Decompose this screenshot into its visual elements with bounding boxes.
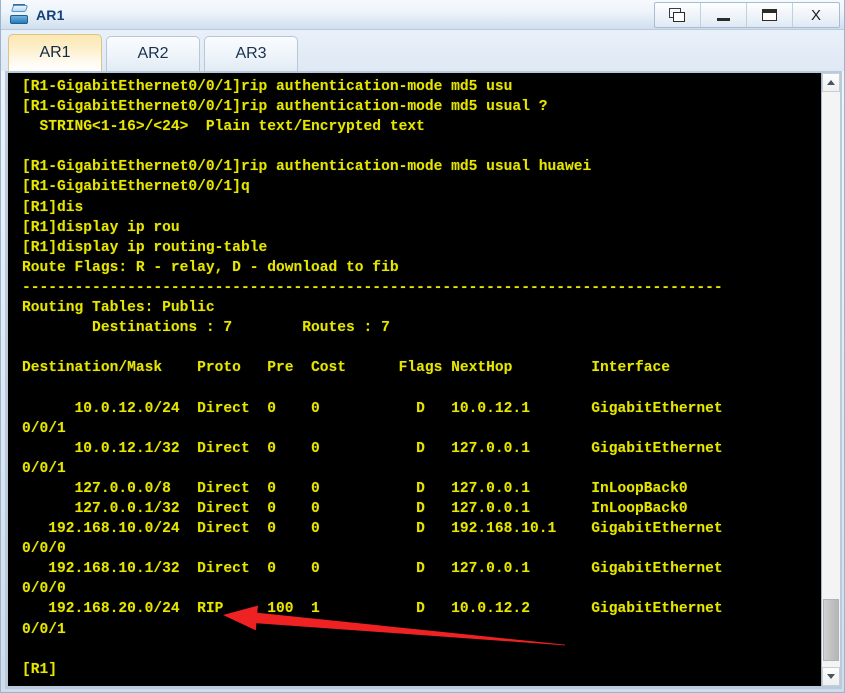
minimize-icon	[717, 17, 730, 21]
console-output-area[interactable]: [R1-GigabitEthernet0/0/1]rip authenticat…	[8, 73, 821, 686]
terminal-panel: [R1-GigabitEthernet0/0/1]rip authenticat…	[5, 71, 842, 689]
router-icon	[9, 3, 31, 26]
router-icon-body	[10, 14, 28, 24]
tab-ar2-label: AR2	[137, 45, 169, 62]
maximize-button[interactable]	[747, 3, 793, 27]
console-text: [R1-GigabitEthernet0/0/1]rip authenticat…	[22, 79, 723, 678]
cascade-button[interactable]	[655, 3, 701, 27]
minimize-button[interactable]	[701, 3, 747, 27]
window-controls: X	[654, 2, 840, 28]
scroll-up-button[interactable]	[822, 73, 840, 92]
vertical-scrollbar[interactable]	[821, 73, 840, 686]
tab-ar1[interactable]: AR1	[8, 34, 102, 71]
cascade-icon	[669, 7, 686, 23]
ar1-window: AR1 X AR1 AR2 AR3 [R1-GigabitEthernet0/0…	[0, 0, 845, 693]
tab-ar1-label: AR1	[39, 44, 71, 61]
chevron-up-icon	[827, 80, 835, 85]
chevron-down-icon	[827, 674, 835, 679]
scrollbar-thumb[interactable]	[823, 599, 839, 661]
maximize-icon	[762, 9, 777, 21]
close-icon: X	[810, 6, 821, 24]
scrollbar-track[interactable]	[822, 92, 840, 667]
window-title: AR1	[36, 6, 65, 23]
tab-ar3[interactable]: AR3	[204, 36, 298, 71]
tab-ar3-label: AR3	[235, 45, 267, 62]
tab-strip: AR1 AR2 AR3	[1, 30, 844, 71]
title-bar: AR1 X	[1, 0, 844, 30]
router-icon-top	[10, 4, 29, 12]
tab-ar2[interactable]: AR2	[106, 36, 200, 71]
close-button[interactable]: X	[793, 3, 839, 27]
scroll-down-button[interactable]	[822, 667, 840, 686]
